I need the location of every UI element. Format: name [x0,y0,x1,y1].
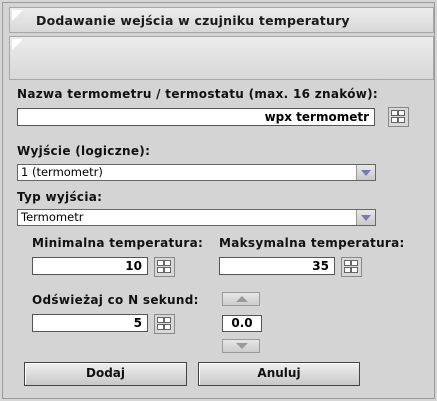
keyboard-icon[interactable] [341,257,362,277]
chevron-down-icon[interactable] [356,165,375,180]
chevron-down-icon[interactable] [356,210,375,225]
title-bar: Dodawanie wejścia w czujniku temperatury [9,7,434,33]
cancel-button[interactable]: Anuluj [198,362,360,386]
output-type-select-value: Termometr [21,210,84,224]
output-label: Wyjście (logiczne): [17,144,151,158]
message-panel [9,36,434,80]
output-select-value: 1 (termometr) [21,165,103,179]
max-temp-input[interactable]: 35 [219,257,335,275]
min-temp-input[interactable]: 10 [32,257,148,275]
refresh-input[interactable]: 5 [32,314,148,332]
output-type-select[interactable]: Termometr [17,209,376,226]
min-temp-label: Minimalna temperatura: [32,236,204,250]
output-type-label: Typ wyjścia: [17,190,103,204]
add-button[interactable]: Dodaj [24,362,187,386]
spinner-down-button[interactable] [222,339,260,353]
name-label: Nazwa termometru / termostatu (max. 16 z… [17,87,379,101]
dialog-window: Dodawanie wejścia w czujniku temperatury… [2,2,435,399]
name-input[interactable]: wpx termometr [17,108,375,126]
spinner-value[interactable]: 0.0 [222,315,262,332]
keyboard-icon[interactable] [154,257,175,277]
spinner-up-button[interactable] [222,292,260,306]
keyboard-icon[interactable] [388,107,409,127]
corner-decoration [12,10,23,21]
output-select[interactable]: 1 (termometr) [17,164,376,181]
refresh-label: Odświeżaj co N sekund: [32,293,199,307]
keyboard-icon[interactable] [154,314,175,334]
dialog-title: Dodawanie wejścia w czujniku temperatury [36,13,350,28]
corner-decoration [12,39,23,50]
max-temp-label: Maksymalna temperatura: [219,236,405,250]
